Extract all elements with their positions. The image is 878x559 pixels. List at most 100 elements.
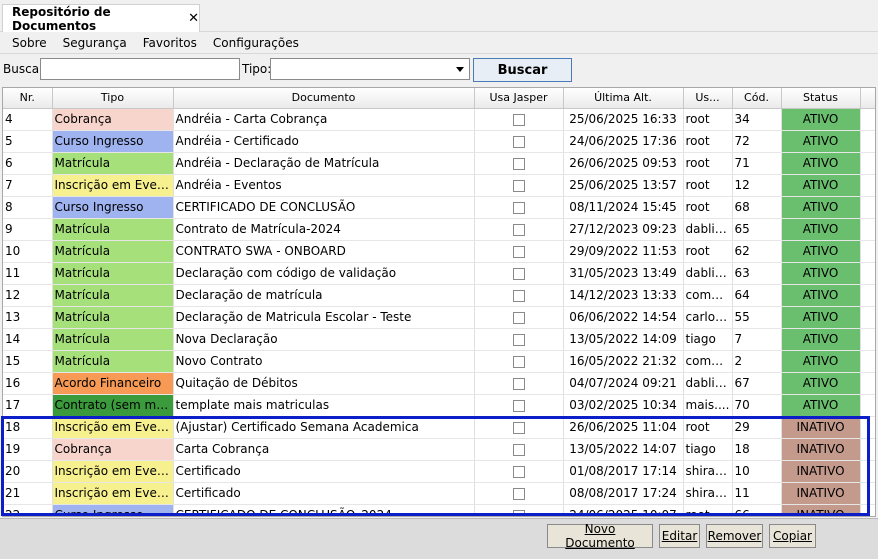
cell-nr: 4 — [3, 108, 53, 131]
remover-button[interactable]: Remover — [706, 524, 763, 548]
table-row[interactable]: 21 Inscrição em Eventos Certificado 08/08/2… — [3, 482, 875, 505]
cell-usa-jasper — [474, 174, 564, 197]
header-tipo[interactable]: Tipo — [52, 88, 174, 109]
usa-jasper-checkbox[interactable] — [512, 465, 525, 478]
cell-status: INATIVO — [781, 438, 861, 461]
header-codigo[interactable]: Cód. — [732, 88, 782, 109]
cell-usuario: root — [683, 152, 733, 175]
table-row[interactable]: 10 Matrícula CONTRATO SWA - ONBOARD 29/09/2… — [3, 240, 875, 263]
table-row[interactable]: 17Contrato (sem matrí...template mais ma… — [3, 394, 875, 417]
table-row[interactable]: 19 Cobrança Carta Cobrança 13/05/2022 14:07… — [3, 438, 875, 461]
cell-status: ATIVO — [781, 350, 861, 373]
cell-nr: 6 — [3, 152, 53, 175]
table-row[interactable]: 9 Matrícula Contrato de Matrícula-2024 27/1… — [3, 218, 875, 241]
usa-jasper-checkbox[interactable] — [512, 421, 525, 434]
header-usa-jasper[interactable]: Usa Jasper — [474, 88, 564, 109]
cell-status: INATIVO — [781, 416, 861, 439]
table-row[interactable]: 16 Acordo Financeiro Quitação de Débitos 04… — [3, 372, 875, 395]
table-row[interactable]: 22 Curso Ingresso CERTIFICADO DE CONCLUSÃO… — [3, 504, 875, 516]
table-row[interactable]: 12 Matrícula Declaração de matrícula 14/12/… — [3, 284, 875, 307]
cell-filler — [860, 504, 875, 516]
cell-nr: 19 — [3, 438, 53, 461]
table-row[interactable]: 8 Curso Ingresso CERTIFICADO DE CONCLUSÃO 0… — [3, 196, 875, 219]
copiar-button[interactable]: Copiar — [769, 524, 816, 548]
usa-jasper-checkbox[interactable] — [512, 311, 525, 324]
table-row[interactable]: 5 Curso Ingresso Andréia - Certificado 24/0… — [3, 130, 875, 153]
header-nr[interactable]: Nr. — [3, 88, 53, 109]
cell-codigo: 11 — [732, 482, 782, 505]
cell-nr: 22 — [3, 504, 53, 516]
usa-jasper-checkbox[interactable] — [512, 135, 525, 148]
header-status[interactable]: Status — [781, 88, 861, 109]
cell-nr: 13 — [3, 306, 53, 329]
usa-jasper-checkbox[interactable] — [512, 157, 525, 170]
usa-jasper-checkbox[interactable] — [512, 179, 525, 192]
usa-jasper-checkbox[interactable] — [512, 399, 525, 412]
cell-codigo: 70 — [732, 394, 782, 417]
buscar-button[interactable]: Buscar — [473, 58, 572, 82]
usa-jasper-checkbox[interactable] — [512, 267, 525, 280]
cell-tipo: Matrícula — [52, 284, 174, 307]
close-icon[interactable]: ✕ — [188, 11, 199, 26]
table-row[interactable]: 15 Matrícula Novo Contrato 16/05/2022 21:32… — [3, 350, 875, 373]
cell-nr: 7 — [3, 174, 53, 197]
cell-filler — [860, 108, 875, 131]
cell-nr: 16 — [3, 372, 53, 395]
cell-ultima-alt: 03/02/2025 10:34 — [563, 394, 684, 417]
cell-documento: Nova Declaração — [173, 328, 475, 351]
usa-jasper-checkbox[interactable] — [512, 333, 525, 346]
table-row[interactable]: 13 Matrícula Declaração de Matricula Escol… — [3, 306, 875, 329]
cell-ultima-alt: 25/06/2025 13:57 — [563, 174, 684, 197]
cell-filler — [860, 460, 875, 483]
cell-status: ATIVO — [781, 262, 861, 285]
usa-jasper-checkbox[interactable] — [512, 487, 525, 500]
table-row[interactable]: 4 Cobrança Andréia - Carta Cobrança 25/06/2… — [3, 108, 875, 131]
cell-tipo: Curso Ingresso — [52, 504, 174, 516]
novo-documento-button[interactable]: Novo Documento — [547, 522, 653, 550]
tab-repositorio[interactable]: Repositório de Documentos ✕ — [2, 4, 200, 33]
documents-table[interactable]: Nr. Tipo Documento Usa Jasper Última Alt… — [2, 87, 876, 517]
usa-jasper-checkbox[interactable] — [512, 355, 525, 368]
cell-filler — [860, 284, 875, 307]
menu-seguranca[interactable]: Segurança — [55, 36, 135, 50]
tipo-select[interactable] — [270, 58, 470, 80]
tipo-label: Tipo: — [242, 62, 272, 76]
usa-jasper-checkbox[interactable] — [512, 223, 525, 236]
menu-sobre[interactable]: Sobre — [4, 36, 55, 50]
cell-codigo: 34 — [732, 108, 782, 131]
table-row[interactable]: 20 Inscrição em Eventos Certificado 01/08/2… — [3, 460, 875, 483]
cell-documento: Quitação de Débitos — [173, 372, 475, 395]
cell-status: ATIVO — [781, 372, 861, 395]
cell-usuario: tiago — [683, 438, 733, 461]
cell-nr: 17 — [3, 394, 53, 417]
cell-filler — [860, 372, 875, 395]
editar-button[interactable]: Editar — [659, 524, 700, 548]
busca-input[interactable] — [40, 58, 240, 80]
table-row[interactable]: 6 Matrícula Andréia - Declaração de Matríc… — [3, 152, 875, 175]
usa-jasper-checkbox[interactable] — [512, 289, 525, 302]
busca-label: Busca: — [3, 62, 44, 76]
menu-configuracoes[interactable]: Configurações — [205, 36, 307, 50]
cell-documento: CONTRATO SWA - ONBOARD — [173, 240, 475, 263]
usa-jasper-checkbox[interactable] — [512, 509, 525, 516]
usa-jasper-checkbox[interactable] — [512, 443, 525, 456]
cell-nr: 14 — [3, 328, 53, 351]
menu-favoritos[interactable]: Favoritos — [135, 36, 205, 50]
usa-jasper-checkbox[interactable] — [512, 201, 525, 214]
cell-nr: 15 — [3, 350, 53, 373]
usa-jasper-checkbox[interactable] — [512, 245, 525, 258]
table-row[interactable]: 14 Matrícula Nova Declaração 13/05/2022 14:… — [3, 328, 875, 351]
header-ultima-alt[interactable]: Última Alt. — [563, 88, 684, 109]
usa-jasper-checkbox[interactable] — [512, 377, 525, 390]
header-documento[interactable]: Documento — [173, 88, 475, 109]
table-row[interactable]: 7 Inscrição em Eventos Andréia - Eventos 25… — [3, 174, 875, 197]
header-usuario[interactable]: Us... — [683, 88, 733, 109]
table-row[interactable]: 18 Inscrição em Eventos (Ajustar) Certific… — [3, 416, 875, 439]
cell-status: ATIVO — [781, 130, 861, 153]
cell-usa-jasper — [474, 328, 564, 351]
table-row[interactable]: 11 Matrícula Declaração com código de vali… — [3, 262, 875, 285]
cell-status: ATIVO — [781, 306, 861, 329]
cell-usa-jasper — [474, 196, 564, 219]
cell-usa-jasper — [474, 394, 564, 417]
usa-jasper-checkbox[interactable] — [512, 113, 525, 126]
